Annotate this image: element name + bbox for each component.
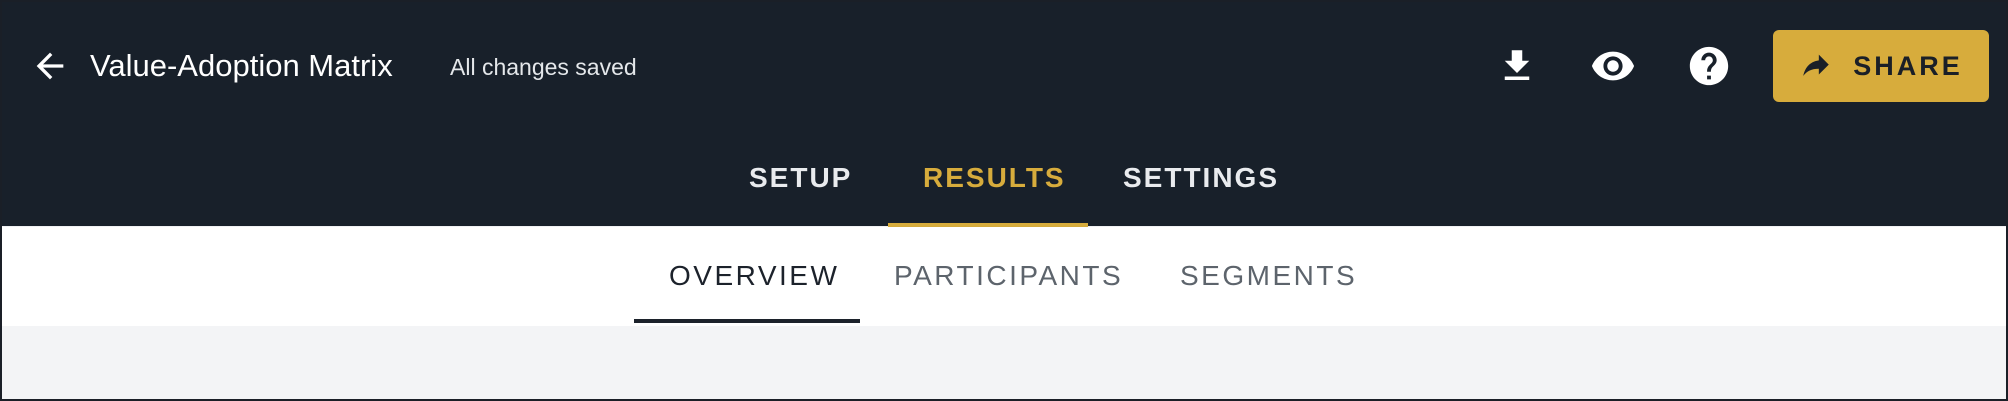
- active-subtab-indicator: [634, 319, 860, 323]
- top-app-bar: Value-Adoption Matrix All changes saved …: [2, 2, 2006, 227]
- help-icon: [1689, 46, 1729, 86]
- arrow-back-icon: [36, 52, 64, 80]
- app-frame: Value-Adoption Matrix All changes saved …: [0, 0, 2008, 401]
- back-button[interactable]: [28, 44, 72, 88]
- content-area: [2, 326, 2006, 399]
- tab-settings[interactable]: SETTINGS: [1123, 160, 1279, 196]
- share-arrow-icon: [1803, 54, 1829, 76]
- eye-icon: [1591, 51, 1635, 81]
- sub-tab-bar: OVERVIEW PARTICIPANTS SEGMENTS: [2, 227, 2006, 326]
- preview-button[interactable]: [1589, 42, 1637, 90]
- subtab-overview[interactable]: OVERVIEW: [669, 258, 839, 294]
- document-title: Value-Adoption Matrix: [90, 48, 393, 83]
- save-status-text: All changes saved: [450, 54, 637, 80]
- download-icon: [1504, 50, 1530, 80]
- help-button[interactable]: [1685, 42, 1733, 90]
- share-button[interactable]: SHARE: [1773, 30, 1989, 102]
- download-button[interactable]: [1493, 42, 1541, 90]
- subtab-participants[interactable]: PARTICIPANTS: [894, 258, 1123, 294]
- tab-setup[interactable]: SETUP: [749, 160, 852, 196]
- subtab-segments[interactable]: SEGMENTS: [1180, 258, 1357, 294]
- share-button-label: SHARE: [1853, 51, 1963, 81]
- tab-results[interactable]: RESULTS: [923, 160, 1066, 196]
